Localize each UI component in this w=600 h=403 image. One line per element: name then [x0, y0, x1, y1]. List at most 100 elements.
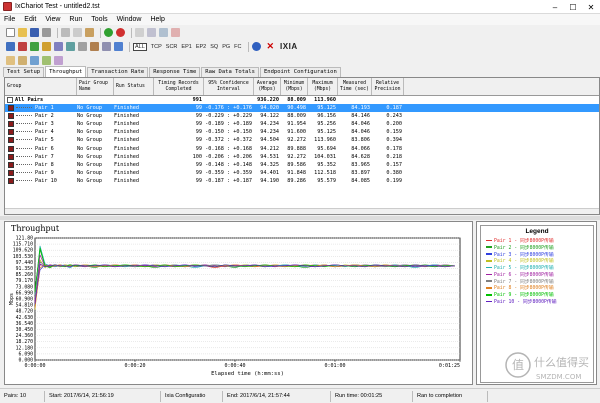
pair-name: Pair 9 [35, 169, 54, 176]
filter-pg-button[interactable]: PG [222, 44, 230, 50]
filter-scr-button[interactable]: SCR [166, 44, 178, 50]
print-icon[interactable] [42, 28, 51, 37]
compare-icon[interactable] [54, 56, 63, 65]
tab-throughput[interactable]: Throughput [45, 66, 87, 77]
filter-sq-button[interactable]: SQ [210, 44, 218, 50]
filter-all-button[interactable]: ALL [133, 42, 147, 51]
menu-edit[interactable]: Edit [24, 16, 36, 23]
pair-icon[interactable] [18, 42, 27, 51]
menu-window[interactable]: Window [117, 16, 142, 23]
filter-fc-button[interactable]: FC [234, 44, 241, 50]
col-group[interactable]: Group [5, 78, 77, 95]
tab-endpoint-configuration[interactable]: Endpoint Configuration [259, 67, 341, 77]
group-icon[interactable] [30, 42, 39, 51]
help-icon[interactable] [252, 42, 262, 51]
cell-time: 83.897 [351, 169, 370, 176]
menu-tools[interactable]: Tools [91, 16, 107, 23]
col-confidence[interactable]: 95% Confidence Interval [204, 78, 254, 95]
all-pairs-row[interactable]: All Pairs 991 936.220 88.009 113.960 [5, 96, 599, 104]
cell-records: 99 [195, 177, 202, 184]
export-icon[interactable] [42, 56, 51, 65]
col-measured-time[interactable]: Measured Time (sec) [338, 78, 372, 95]
tab-test-setup[interactable]: Test Setup [3, 67, 45, 77]
pair-name: Pair 2 [35, 113, 54, 120]
close-icon[interactable]: ✕ [582, 0, 600, 14]
col-relative-precision[interactable]: Relative Precision [372, 78, 404, 95]
filter-ep2-button[interactable]: EP2 [196, 44, 206, 50]
tab-transaction-rate[interactable]: Transaction Rate [87, 67, 149, 77]
chart-icon[interactable] [42, 42, 51, 51]
table-row[interactable]: Pair 5 No Group Finished 99 -0.372 : +0.372 9… [5, 136, 599, 144]
tab-response-time[interactable]: Response Time [149, 67, 201, 77]
table-row[interactable]: Pair 6 No Group Finished 99 -0.168 : +0.168 9… [5, 145, 599, 153]
cell-min: 89.888 [287, 145, 306, 152]
pane-splitter[interactable] [0, 216, 600, 220]
table-row[interactable]: Pair 9 No Group Finished 99 -0.359 : +0.359 9… [5, 169, 599, 177]
add-multicast-icon[interactable] [147, 28, 156, 37]
edit-icon[interactable] [159, 28, 168, 37]
pair-icon [8, 137, 14, 144]
menu-run[interactable]: Run [69, 16, 82, 23]
cell-prec: 0.243 [386, 113, 402, 120]
paste-icon[interactable] [85, 28, 94, 37]
arrows-icon[interactable] [6, 42, 15, 51]
filter-icon[interactable] [90, 42, 99, 51]
table-row[interactable]: Pair 2 No Group Finished 99 -0.229 : +0.229 9… [5, 112, 599, 120]
cell-avg: 94.212 [260, 145, 279, 152]
legend-label: Pair 10 - 同步8000P传输 [494, 300, 557, 306]
maximize-icon[interactable]: ☐ [564, 0, 582, 14]
filter-tcp-button[interactable]: TCP [151, 44, 162, 50]
save-icon[interactable] [30, 28, 39, 37]
y-tick-label: 42.630 [16, 315, 33, 321]
col-minimum[interactable]: Minimum (Mbps) [281, 78, 308, 95]
table-row[interactable]: Pair 8 No Group Finished 99 -0.148 : +0.148 9… [5, 161, 599, 169]
x-tick-label: 0:01:25 [439, 363, 460, 369]
cell-records: 100 [192, 153, 202, 160]
cell-min: 91.954 [287, 121, 306, 128]
col-average[interactable]: Average (Mbps) [254, 78, 281, 95]
secondary-toolbar [0, 54, 600, 67]
collapse-icon[interactable] [7, 96, 13, 103]
table-row[interactable]: Pair 1 No Group Finished 99 -0.176 : +0.176 9… [5, 104, 599, 113]
table-icon[interactable] [54, 42, 63, 51]
cut-icon[interactable] [61, 28, 70, 37]
filter-ep1-button[interactable]: EP1 [181, 44, 191, 50]
table-row[interactable]: Pair 10 No Group Finished 99 -0.187 : +0.187… [5, 177, 599, 185]
col-timing-records[interactable]: Timing Records Completed [154, 78, 204, 95]
hand-icon[interactable] [6, 56, 15, 65]
open-folder-icon[interactable] [18, 28, 27, 37]
zoom-icon[interactable] [102, 42, 111, 51]
y-tick-label: 36.540 [16, 321, 33, 327]
copy-icon[interactable] [73, 28, 82, 37]
col-run-status[interactable]: Run Status [114, 78, 154, 95]
stop-icon[interactable] [116, 28, 125, 37]
sort-icon[interactable] [78, 42, 87, 51]
tab-raw-data-totals[interactable]: Raw Data Totals [201, 67, 259, 77]
menu-view[interactable]: View [45, 16, 60, 23]
cell-ci: -0.168 : +0.168 [205, 145, 252, 152]
col-pair-group-name[interactable]: Pair Group Name [77, 78, 114, 95]
ixia-brand: IXIA [280, 42, 298, 51]
refresh-icon[interactable] [30, 56, 39, 65]
y-tick-label: 91.350 [16, 266, 33, 272]
cell-time: 84.193 [351, 105, 370, 112]
col-maximum[interactable]: Maximum (Mbps) [308, 78, 338, 95]
menu-file[interactable]: File [4, 16, 15, 23]
app-icon [3, 2, 12, 11]
cell-status: Finished [114, 169, 139, 176]
table-row[interactable]: Pair 4 No Group Finished 99 -0.150 : +0.150 9… [5, 128, 599, 136]
new-file-icon[interactable] [6, 28, 15, 37]
delete-icon[interactable] [171, 28, 180, 37]
lock-icon[interactable] [18, 56, 27, 65]
table-row[interactable]: Pair 7 No Group Finished 100 -0.206 : +0.206… [5, 153, 599, 161]
tree-connector [16, 123, 32, 125]
info-icon[interactable] [114, 42, 123, 51]
run-icon[interactable] [104, 28, 113, 37]
add-pair-icon[interactable] [135, 28, 144, 37]
table-row[interactable]: Pair 3 No Group Finished 99 -0.189 : +0.189 9… [5, 120, 599, 128]
horizontal-scrollbar[interactable] [5, 208, 599, 214]
cell-prec: 0.159 [386, 129, 402, 136]
menu-help[interactable]: Help [150, 16, 164, 23]
graph-icon[interactable] [66, 42, 75, 51]
minimize-icon[interactable]: – [546, 0, 564, 14]
